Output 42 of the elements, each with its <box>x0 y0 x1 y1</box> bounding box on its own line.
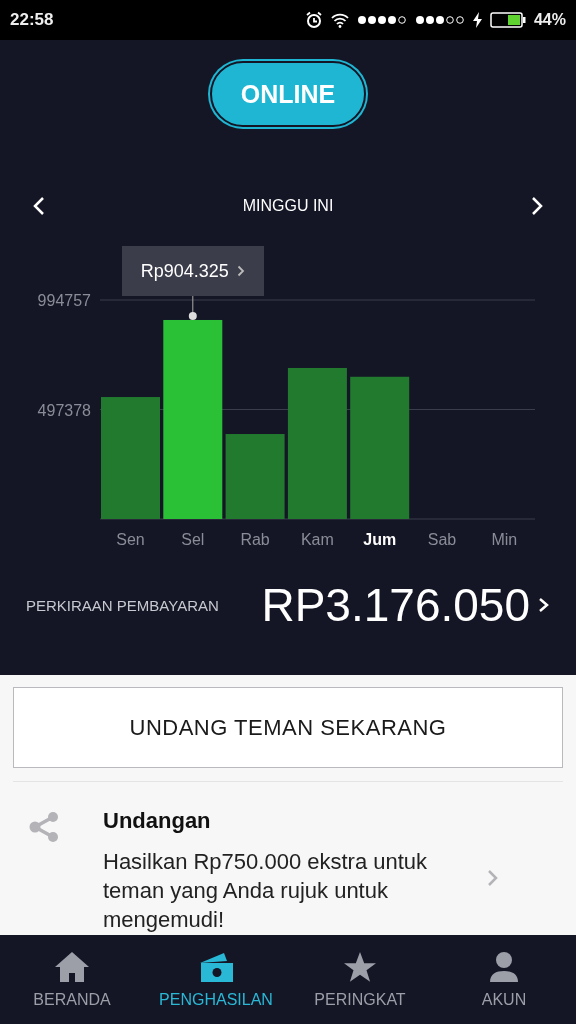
axis-label: 497378 <box>37 401 91 419</box>
battery-percent: 44% <box>533 11 566 29</box>
invite-description: Hasilkan Rp750.000 ekstra untuk teman yang Anda rujuk untuk mengemudi! <box>103 848 429 934</box>
chart-bar[interactable] <box>350 376 410 519</box>
share-icon <box>27 810 61 844</box>
tooltip-value: Rp904.325 <box>140 260 229 282</box>
axis-label: Jum <box>363 531 397 548</box>
wifi-icon <box>330 12 349 28</box>
star-icon <box>342 950 378 983</box>
nav-tab[interactable]: PENGHASILAN <box>144 935 288 1024</box>
axis-label: Sab <box>427 531 457 548</box>
nav-tab[interactable]: BERANDA <box>0 935 144 1024</box>
chevron-right-icon <box>236 265 245 277</box>
chevron-left-icon[interactable] <box>32 196 46 216</box>
battery-icon <box>489 12 526 28</box>
chevron-right-icon[interactable] <box>530 196 544 216</box>
axis-label: Sel <box>181 531 205 548</box>
axis-label: Min <box>491 531 518 548</box>
alarm-icon <box>304 11 323 29</box>
chart-bar[interactable] <box>163 320 223 519</box>
signal-icon <box>356 15 407 25</box>
chart-bar[interactable] <box>225 434 285 519</box>
nav-tab[interactable]: PERINGKAT <box>288 935 432 1024</box>
axis-label: Kam <box>300 531 334 548</box>
week-title: MINGGU INI <box>242 197 334 215</box>
estimate-amount[interactable]: RP3.176.050 <box>261 578 530 632</box>
signal-icon <box>414 15 465 25</box>
value-tooltip[interactable]: Rp904.325 <box>121 246 264 296</box>
nav-tab[interactable]: AKUN <box>432 935 576 1024</box>
home-icon <box>54 950 90 983</box>
axis-label: Sen <box>116 531 145 548</box>
invite-button[interactable]: UNDANG TEMAN SEKARANG <box>13 687 563 768</box>
axis-label: Rab <box>240 531 270 548</box>
charging-icon <box>472 12 482 28</box>
tooltip-pointer <box>188 295 197 320</box>
axis-label: 994757 <box>37 292 91 309</box>
invite-title: Undangan <box>103 808 212 834</box>
estimate-label: PERKIRAAN PEMBAYARAN <box>26 596 220 614</box>
status-time: 22:58 <box>10 10 54 30</box>
chart-bar[interactable] <box>287 367 347 519</box>
cash-icon <box>198 950 234 983</box>
chevron-right-icon[interactable] <box>538 595 550 615</box>
